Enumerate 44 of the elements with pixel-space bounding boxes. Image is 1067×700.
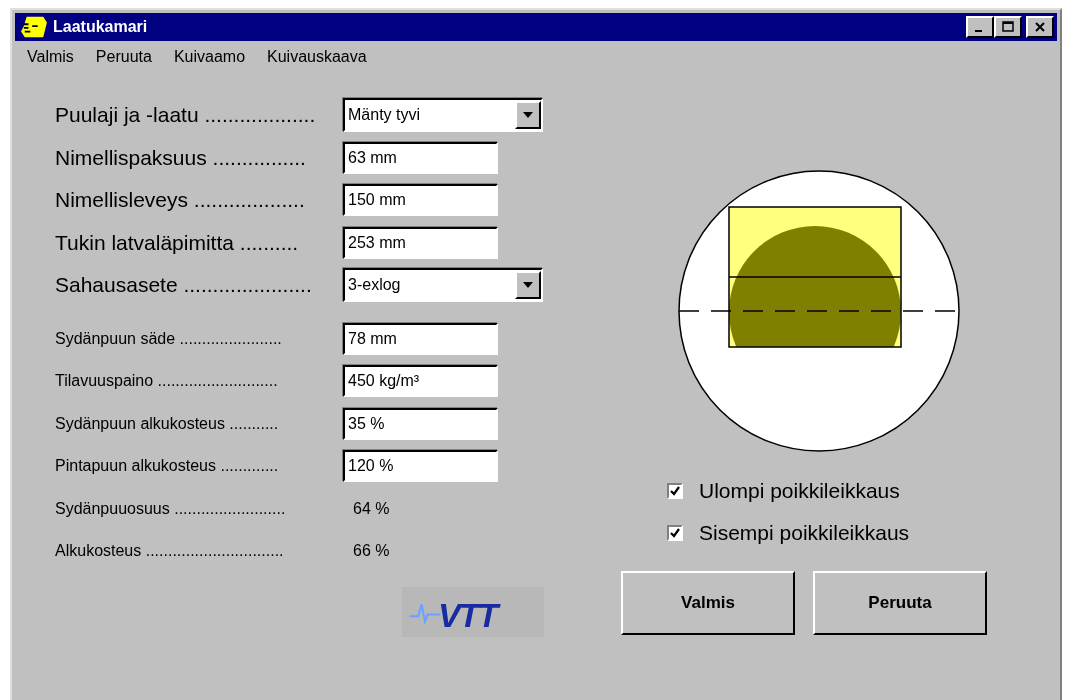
window-title: Laatukamari [53, 18, 148, 36]
input-field[interactable]: 450 kg/m³ [343, 365, 498, 398]
checkbox[interactable] [667, 483, 683, 499]
input-field[interactable]: 150 mm [343, 184, 498, 217]
menu-item[interactable]: Kuivauskaava [267, 48, 367, 72]
dialog-button[interactable]: Peruuta [813, 571, 987, 635]
checkbox-label: Ulompi poikkileikkaus [699, 479, 900, 503]
caret-icon [523, 282, 533, 289]
minimize-icon [975, 30, 982, 32]
checkmark-icon [669, 485, 681, 497]
field-label: Tukin latvaläpimitta .......... [55, 230, 300, 255]
close-icon [1034, 21, 1046, 33]
app-icon [19, 15, 49, 39]
dialog-button[interactable]: Valmis [621, 571, 795, 635]
field-label: Alkukosteus ............................... [55, 542, 285, 561]
dropdown[interactable]: 3-exlog [343, 268, 543, 303]
dropdown[interactable]: Mänty tyvi [343, 98, 543, 133]
field-label: Pintapuun alkukosteus ............. [55, 457, 280, 476]
menu-item[interactable]: Peruuta [95, 48, 152, 72]
input-field[interactable]: 78 mm [343, 322, 498, 355]
input-field[interactable]: 35 % [343, 407, 498, 440]
maximize-button[interactable] [994, 16, 1022, 38]
field-label: Nimellisleveys ................... [55, 188, 306, 213]
value-text: 66 % [352, 542, 390, 561]
field-label: Tilavuuspaino ........................... [55, 372, 279, 391]
field-label: Sahausasete ...................... [55, 273, 313, 298]
field-label: Puulaji ja -laatu ................... [55, 103, 317, 128]
menu-item[interactable]: Valmis [27, 48, 74, 72]
field-label: Sydänpuuosuus ......................... [55, 499, 287, 518]
input-field[interactable]: 120 % [343, 450, 498, 483]
field-label: Sydänpuun säde ....................... [55, 329, 283, 348]
field-label: Nimellispaksuus ................ [55, 145, 307, 170]
minimize-button[interactable] [966, 16, 994, 38]
input-field[interactable]: 253 mm [343, 226, 498, 259]
caret-icon [523, 112, 533, 119]
maximize-icon [1002, 21, 1014, 33]
value-text: 64 % [352, 499, 390, 518]
close-button[interactable] [1026, 16, 1054, 38]
checkbox[interactable] [667, 525, 683, 541]
field-label: Sydänpuun alkukosteus ........... [55, 414, 280, 433]
checkmark-icon [669, 527, 681, 539]
checkbox-label: Sisempi poikkileikkaus [699, 521, 910, 545]
menu-item[interactable]: Kuivaamo [173, 48, 246, 72]
input-field[interactable]: 63 mm [343, 141, 498, 174]
